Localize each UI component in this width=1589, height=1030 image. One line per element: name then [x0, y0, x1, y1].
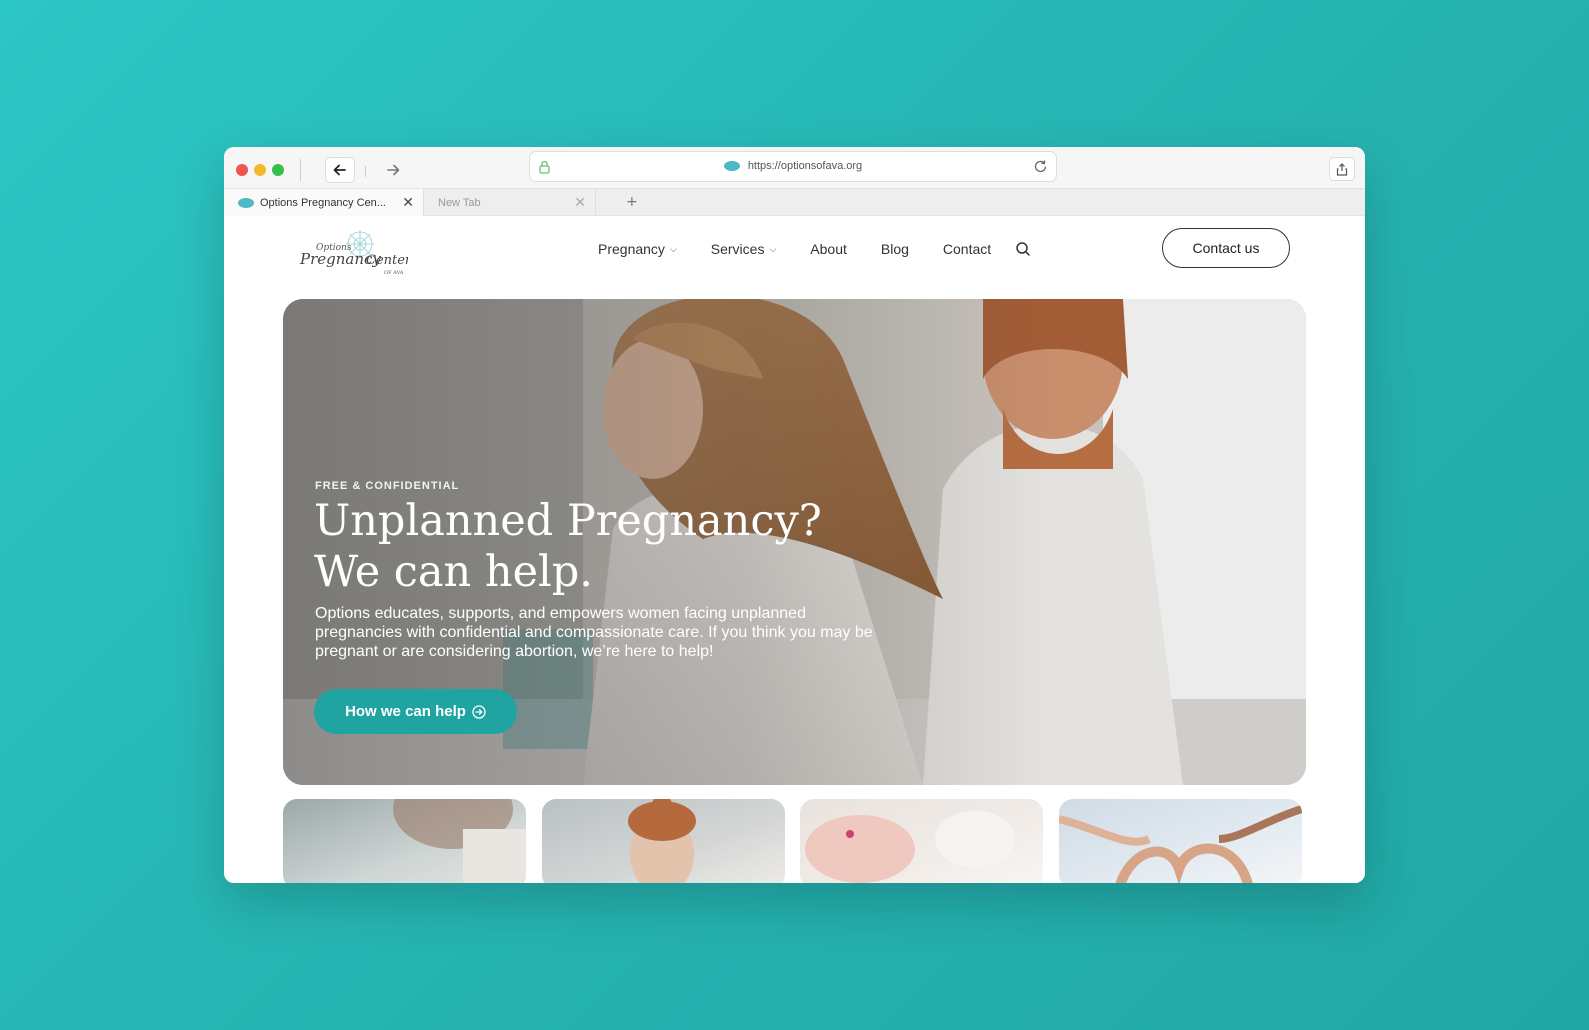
back-button[interactable] [325, 157, 355, 183]
web-page: Pregnancy Center Options OF AVA Pregnanc… [224, 216, 1365, 883]
tab-label: Options Pregnancy Cen... [260, 196, 386, 209]
tab-bar: Options Pregnancy Cen... ✕ New Tab ✕ + [224, 189, 1365, 216]
nav-item-pregnancy[interactable]: Pregnancy ⌵ [598, 241, 677, 257]
arrow-left-icon [333, 164, 346, 176]
close-window-button[interactable] [236, 164, 248, 176]
feature-card[interactable] [283, 799, 526, 883]
nav-item-blog[interactable]: Blog [881, 241, 909, 257]
chevron-down-icon: ⌵ [769, 243, 777, 254]
svg-text:OF AVA: OF AVA [384, 270, 404, 276]
new-tab-button[interactable]: + [626, 194, 638, 210]
window-controls [236, 164, 284, 176]
hero-description: Options educates, supports, and empowers… [315, 605, 873, 660]
arrow-circle-right-icon [472, 704, 486, 719]
card-photo [393, 799, 526, 883]
card-photo [628, 799, 696, 883]
feature-card[interactable] [1059, 799, 1302, 883]
close-tab-icon[interactable]: ✕ [574, 194, 586, 211]
nav-item-services[interactable]: Services ⌵ [711, 241, 777, 257]
browser-window: https://optionsofava.org Options Pregnan… [224, 147, 1365, 883]
minimize-window-button[interactable] [254, 164, 266, 176]
how-we-can-help-button[interactable]: How we can help [314, 689, 517, 734]
nav-label: About [810, 241, 847, 257]
hero-title-line2: We can help. [314, 547, 593, 597]
url-text: https://optionsofava.org [747, 160, 863, 172]
close-tab-icon[interactable]: ✕ [402, 194, 414, 211]
cta-label: How we can help [345, 703, 466, 720]
svg-text:Center: Center [366, 253, 408, 268]
contact-us-button[interactable]: Contact us [1162, 228, 1290, 268]
search-icon[interactable] [1015, 241, 1031, 257]
address-bar[interactable]: https://optionsofava.org [529, 151, 1057, 182]
svg-text:Options: Options [316, 243, 352, 253]
site-favicon-icon [723, 161, 740, 172]
toolbar-divider-small [365, 166, 366, 177]
card-photo [805, 811, 1015, 883]
feature-card[interactable] [542, 799, 785, 883]
card-photo [1059, 805, 1302, 883]
toolbar-divider [300, 159, 301, 181]
feature-card[interactable] [800, 799, 1043, 883]
tab-options-pregnancy[interactable]: Options Pregnancy Cen... ✕ [224, 189, 424, 216]
site-header: Pregnancy Center Options OF AVA Pregnanc… [224, 216, 1365, 302]
nav-label: Services [710, 241, 765, 257]
hero-banner: FREE & CONFIDENTIAL Unplanned Pregnancy?… [283, 299, 1306, 785]
share-button[interactable] [1329, 157, 1355, 181]
nav-label: Contact [942, 241, 992, 257]
tab-label: New Tab [438, 196, 481, 209]
main-nav: Pregnancy ⌵ Services ⌵ About Blog Contac… [598, 241, 1031, 257]
site-favicon-icon [238, 197, 254, 208]
nav-label: Blog [880, 241, 909, 257]
reload-icon[interactable] [1033, 159, 1048, 174]
arrow-right-icon [387, 164, 400, 176]
hero-eyebrow: FREE & CONFIDENTIAL [315, 480, 460, 492]
chevron-down-icon: ⌵ [669, 243, 677, 254]
browser-toolbar: https://optionsofava.org [224, 147, 1365, 189]
site-logo[interactable]: Pregnancy Center Options OF AVA [296, 224, 408, 282]
tab-new-tab[interactable]: New Tab ✕ [424, 189, 596, 216]
hero-title: Unplanned Pregnancy? We can help. [314, 496, 874, 598]
nav-label: Pregnancy [598, 241, 665, 257]
share-icon [1336, 162, 1348, 176]
maximize-window-button[interactable] [272, 164, 284, 176]
nav-item-contact[interactable]: Contact [943, 241, 991, 257]
url-display: https://optionsofava.org [530, 160, 1056, 172]
forward-button[interactable] [378, 157, 408, 183]
hero-title-line1: Unplanned Pregnancy? [314, 496, 822, 546]
nav-item-about[interactable]: About [810, 241, 847, 257]
